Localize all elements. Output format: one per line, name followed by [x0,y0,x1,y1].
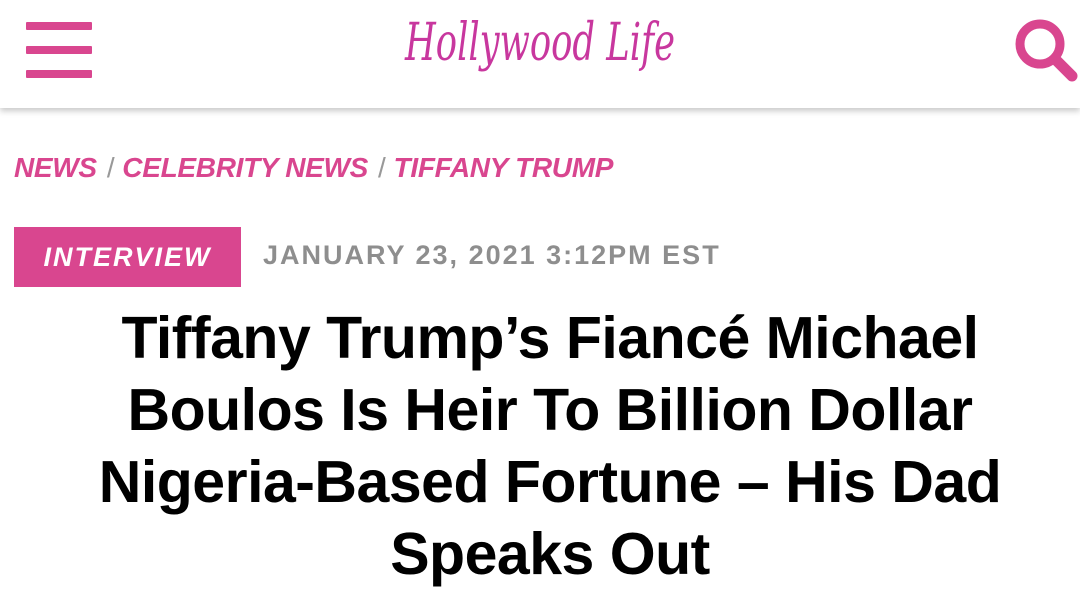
breadcrumb-separator: / [378,152,386,183]
hamburger-menu-icon[interactable] [26,22,92,78]
site-header: Hollywood Life [0,0,1080,108]
breadcrumb-celebrity-news[interactable]: CELEBRITY NEWS [122,152,368,183]
breadcrumb-news[interactable]: NEWS [14,152,97,183]
site-logo[interactable]: Hollywood Life [380,0,700,100]
breadcrumb-separator: / [106,152,115,183]
article-headline: Tiffany Trump’s Fiancé Michael Boulos Is… [98,305,1002,587]
logo-text: Hollywood Life [404,13,675,73]
breadcrumb-tiffany-trump[interactable]: TIFFANY TRUMP [394,152,614,183]
search-icon[interactable] [1010,14,1080,84]
publish-date: JANUARY 23, 2021 3:12PM EST [263,240,721,270]
breadcrumb: NEWS / CELEBRITY NEWS / TIFFANY TRUMP [14,152,613,184]
category-badge[interactable]: INTERVIEW [14,227,241,287]
